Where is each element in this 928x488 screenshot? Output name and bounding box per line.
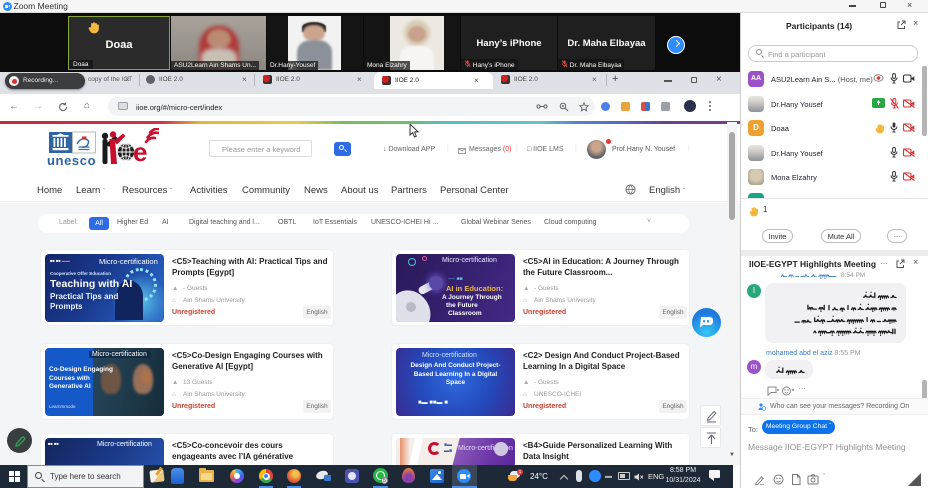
svg-text:unesco: unesco — [47, 153, 96, 167]
